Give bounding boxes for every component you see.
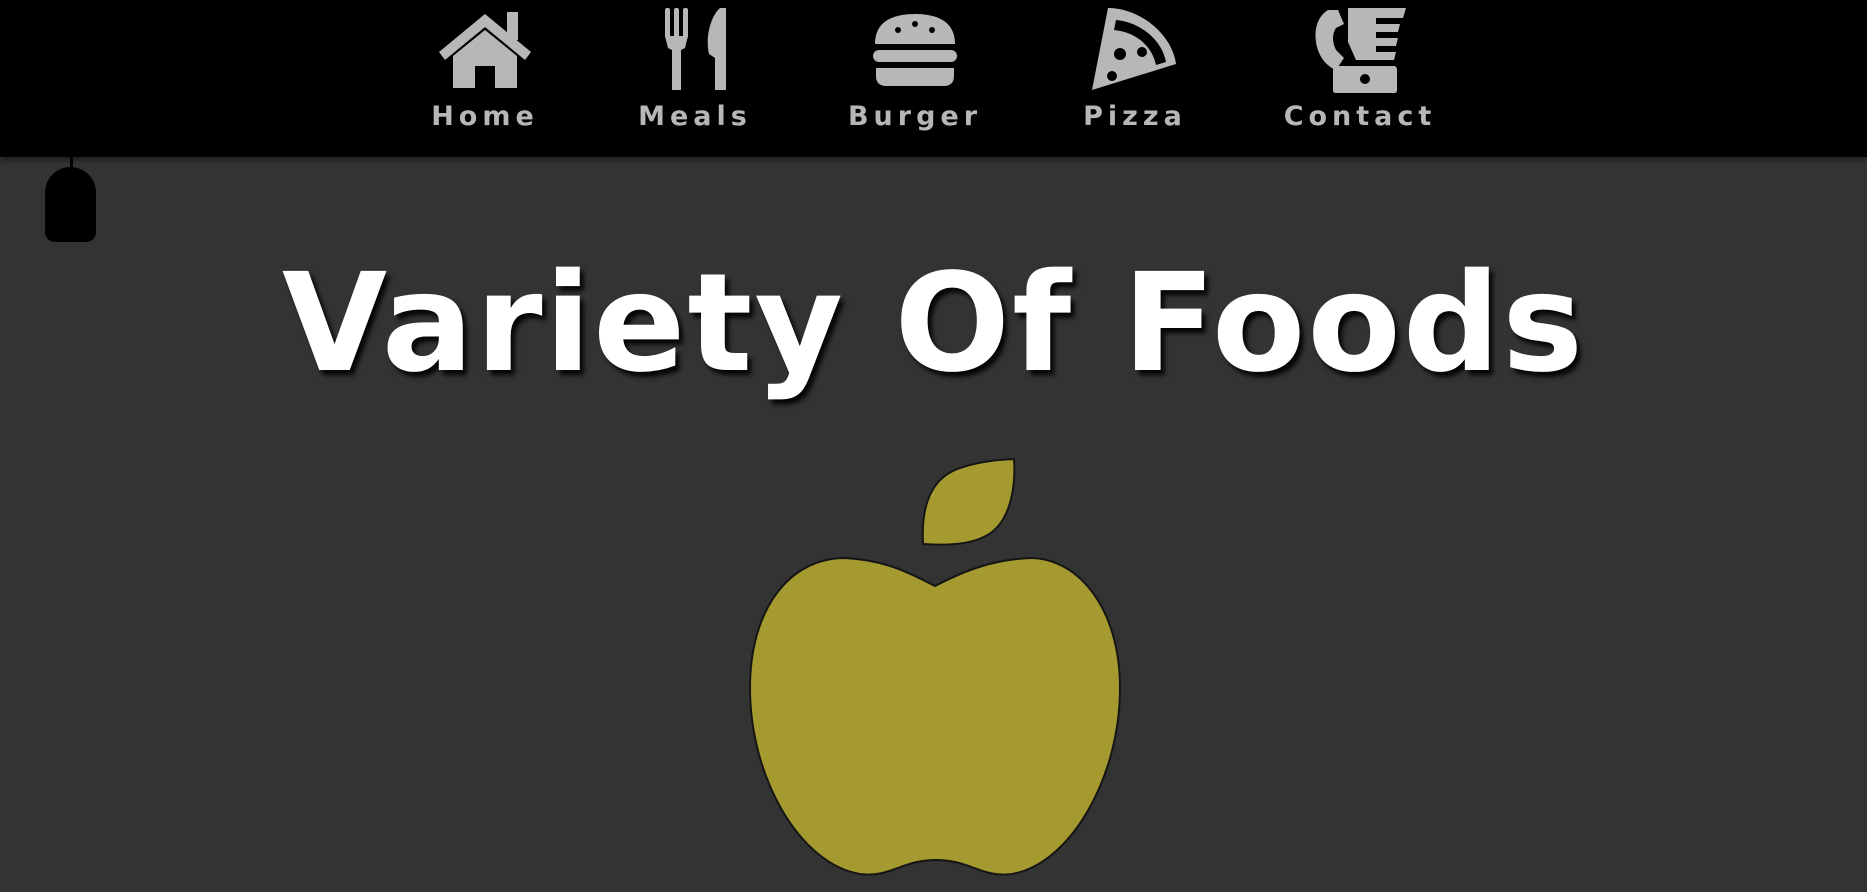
- fork-knife-icon: [665, 8, 726, 90]
- burger-icon: [873, 14, 957, 86]
- nav-item-burger[interactable]: Burger: [845, 0, 985, 140]
- nav-item-meals[interactable]: Meals: [630, 0, 760, 140]
- phone-fax-icon: [1315, 8, 1406, 93]
- nav-label-contact: Contact: [1283, 101, 1437, 132]
- nav-item-pizza[interactable]: Pizza: [1075, 0, 1195, 140]
- house-icon: [439, 12, 531, 88]
- mouse-icon[interactable]: [45, 167, 96, 242]
- top-navigation-bar: Home Meals Burger Pizza Contact: [0, 0, 1867, 157]
- nav-label-meals: Meals: [638, 101, 752, 132]
- nav-item-contact[interactable]: Contact: [1275, 0, 1445, 140]
- nav-label-burger: Burger: [847, 101, 983, 132]
- pizza-slice-icon: [1092, 8, 1176, 90]
- apple-icon: [748, 457, 1122, 876]
- nav-item-home[interactable]: Home: [420, 0, 550, 140]
- nav-label-home: Home: [431, 101, 539, 132]
- nav-label-pizza: Pizza: [1083, 101, 1187, 132]
- page-title: Variety Of Foods: [281, 245, 1586, 403]
